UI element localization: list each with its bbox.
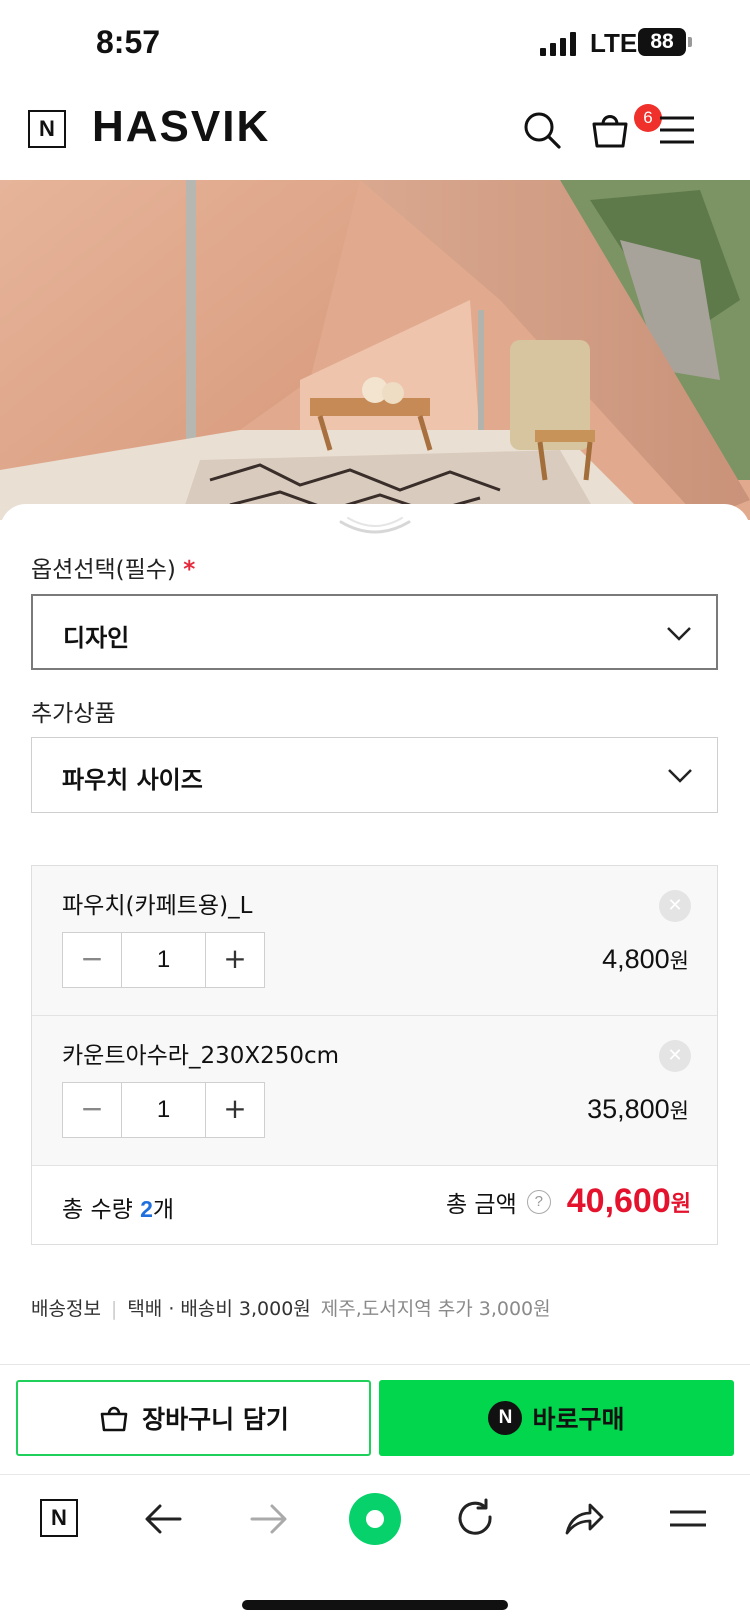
shopping-bag-icon [100,1406,128,1432]
total-amount-label: 총 금액 [445,1191,517,1218]
increase-button[interactable]: + [206,933,264,987]
item-name: 카운트아수라_230X250cm [62,1043,340,1069]
cart-icon[interactable] [588,108,632,152]
total-quantity: 총 수량 2개 [62,1190,174,1224]
refresh-icon[interactable] [454,1497,498,1541]
help-icon[interactable]: ? [526,1189,551,1214]
selected-item: 파우치(카페트용)_L ✕ − 1 + 4,800원 [32,866,717,1016]
total-summary: 총 수량 2개 총 금액 ? 40,600 원 [32,1166,717,1244]
option-select-value: 디자인 [63,624,130,652]
shipping-separator: | [110,1298,118,1320]
item-name: 파우치(카페트용)_L [62,893,253,919]
naver-pay-icon: N [488,1401,523,1435]
shipping-info: 배송정보 | 택배 · 배송비 3,000원 제주,도서지역 추가 3,000원 [31,1294,551,1321]
quantity-stepper: − 1 + [62,932,265,988]
total-amount-group: 총 금액 ? 40,600 원 [446,1182,691,1221]
option-label-text: 옵션선택(필수) [31,557,176,583]
buy-now-button[interactable]: N 바로구매 [379,1380,734,1456]
total-quantity-unit: 개 [152,1197,175,1223]
naver-home-icon[interactable]: N [40,1499,78,1537]
remove-item-icon[interactable]: ✕ [659,1040,691,1072]
share-icon[interactable] [562,1497,606,1541]
green-dot-icon[interactable] [349,1493,401,1545]
back-arrow-icon[interactable] [142,1497,186,1541]
forward-arrow-icon[interactable] [246,1497,290,1541]
item-price-value: 4,800 [602,944,670,974]
quantity-value[interactable]: 1 [121,1083,206,1137]
menu-icon[interactable] [656,108,700,152]
selected-items: 파우치(카페트용)_L ✕ − 1 + 4,800원 카운트아수라_230X25… [31,865,718,1245]
total-quantity-value: 2 [140,1196,153,1222]
addon-select[interactable]: 파우치 사이즈 [31,737,718,813]
shipping-method: 택배 · 배송비 3,000원 [127,1298,311,1320]
selected-item: 카운트아수라_230X250cm ✕ − 1 + 35,800원 [32,1016,717,1166]
decrease-button[interactable]: − [63,933,121,987]
divider [0,1364,750,1365]
buy-now-label: 바로구매 [532,1405,625,1434]
network-type: LTE [590,28,638,58]
quantity-stepper: − 1 + [62,1082,265,1138]
search-icon[interactable] [520,108,564,152]
signal-icon [540,32,576,56]
option-label: 옵션선택(필수) * [31,550,195,584]
quantity-value[interactable]: 1 [121,933,206,987]
collapse-handle-icon[interactable] [338,516,412,538]
naver-n-logo[interactable]: N [28,110,66,148]
increase-button[interactable]: + [206,1083,264,1137]
total-quantity-label: 총 수량 [62,1197,133,1223]
site-header: N HASVIK 6 [0,88,750,180]
status-bar: 8:57 LTE 88 [0,0,750,88]
option-sheet: 옵션선택(필수) * 디자인 추가상품 파우치 사이즈 파우치(카페트용)_L … [0,504,750,1474]
chevron-down-icon [667,627,691,641]
required-mark: * [183,557,196,583]
remove-item-icon[interactable]: ✕ [659,890,691,922]
option-select[interactable]: 디자인 [31,594,718,670]
product-photo [0,180,750,520]
brand-logo[interactable]: HASVIK [92,102,270,152]
shipping-extra-fee: 제주,도서지역 추가 3,000원 [320,1298,551,1320]
addon-label: 추가상품 [31,701,116,727]
clock: 8:57 [96,24,161,60]
total-amount-value: 40,600 [566,1182,671,1220]
battery-tip [688,37,692,47]
item-price: 35,800원 [587,1094,689,1125]
add-to-cart-button[interactable]: 장바구니 담기 [16,1380,371,1456]
product-options-page: 8:57 LTE 88 N HASVIK 6 옵션선택(필수) * 디자인 추가… [0,0,750,1623]
more-menu-icon[interactable] [666,1497,710,1541]
currency-unit: 원 [669,949,689,973]
battery-icon: 88 [638,28,686,56]
add-to-cart-label: 장바구니 담기 [142,1405,289,1434]
chevron-down-icon [668,769,692,783]
home-indicator[interactable] [242,1600,508,1610]
addon-select-value: 파우치 사이즈 [62,766,203,794]
item-price: 4,800원 [602,944,689,975]
currency-unit: 원 [670,1191,691,1217]
currency-unit: 원 [669,1099,689,1123]
item-price-value: 35,800 [587,1094,670,1124]
decrease-button[interactable]: − [63,1083,121,1137]
shipping-label: 배송정보 [31,1298,101,1320]
